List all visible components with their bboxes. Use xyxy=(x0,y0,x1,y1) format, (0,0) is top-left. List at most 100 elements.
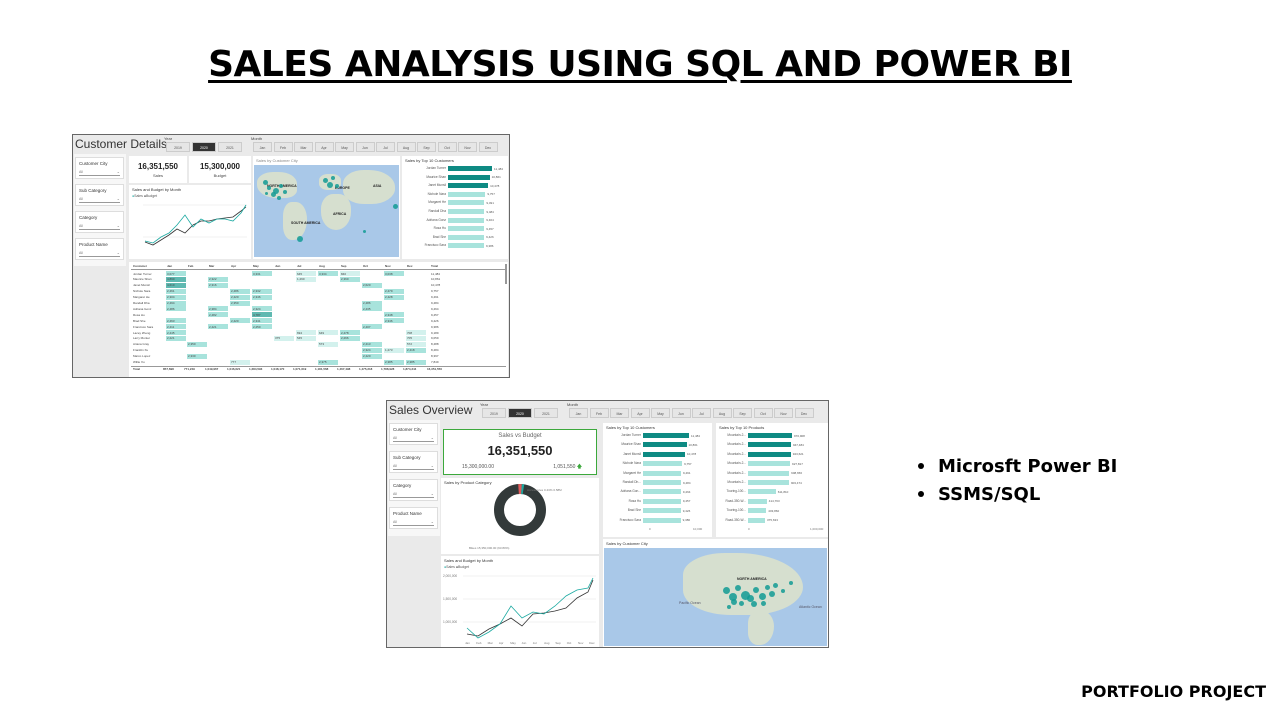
month-chip-jul-2[interactable]: Jul xyxy=(692,408,711,418)
month-chip-dec[interactable]: Dec xyxy=(478,142,498,152)
filter-product-name-2[interactable]: Product Name All ⌄ xyxy=(389,507,438,529)
filter-sub-category[interactable]: Sub Category All ⌄ xyxy=(75,184,124,206)
top-customers-axis-0: 0 xyxy=(649,527,651,531)
table-total-cell: 1,071,619 xyxy=(293,367,307,372)
bar-product xyxy=(748,470,790,476)
table-cell: 9,426 xyxy=(431,318,439,323)
chevron-down-icon[interactable]: ⌄ xyxy=(431,491,434,496)
month-chip-mar[interactable]: Mar xyxy=(294,142,313,152)
filter-customer-city[interactable]: Customer City All ⌄ xyxy=(75,157,124,179)
chevron-down-icon[interactable]: ⌄ xyxy=(117,169,120,174)
table-cell: Maurice Shan xyxy=(133,277,152,282)
map-label-asia: ASIA xyxy=(373,184,382,188)
month-chip-sep-2[interactable]: Sep xyxy=(733,408,752,418)
top-products-axis-1: 1,000,000 xyxy=(810,527,824,531)
table-header-cell: Nov xyxy=(385,264,391,268)
bar-customer xyxy=(643,442,687,448)
xtick: Jan xyxy=(465,641,470,645)
month-chip-oct[interactable]: Oct xyxy=(437,142,457,152)
month-chip-jun-2[interactable]: Jun xyxy=(671,408,691,418)
month-chip-jan-2[interactable]: Jan xyxy=(569,408,588,418)
month-chip-feb-2[interactable]: Feb xyxy=(589,408,609,418)
filter-sub-category-2[interactable]: Sub Category All ⌄ xyxy=(389,451,438,473)
year-2020-chip-2[interactable]: 2020 xyxy=(508,408,532,418)
chevron-down-icon[interactable]: ⌄ xyxy=(117,250,120,255)
filter-customer-city-2[interactable]: Customer City All ⌄ xyxy=(389,423,438,445)
month-chip-nov-2[interactable]: Nov xyxy=(774,408,793,418)
product-category-donut: Sales by Product Category Accessories 0.… xyxy=(441,478,599,554)
year-2019-chip-2[interactable]: 2019 xyxy=(482,408,506,418)
year-2020-chip[interactable]: 2020 xyxy=(192,142,216,152)
map-bubble xyxy=(331,176,335,180)
table-cell: 8,484 xyxy=(431,348,439,353)
bar-label-product: Mountain-2... xyxy=(727,480,746,484)
kpi-value: 16,351,550 xyxy=(487,443,553,458)
table-cell: Nichole Nara xyxy=(133,289,151,294)
bar-label-product: Road-350-W... xyxy=(725,498,746,503)
filter-category[interactable]: Category All ⌄ xyxy=(75,211,124,233)
month-chip-jun[interactable]: Jun xyxy=(355,142,375,152)
table-header-cell: Total xyxy=(431,264,438,268)
budget-line-2 xyxy=(466,579,594,637)
bar-value-top10: 9,491 xyxy=(486,200,494,205)
month-chip-may-2[interactable]: May xyxy=(651,408,670,418)
table-cell: 2,375 xyxy=(319,360,327,364)
xtick: May xyxy=(510,641,516,645)
table-cell: Ariana Gray xyxy=(133,342,150,347)
bar-label-customer: Jordan Turner xyxy=(621,433,641,437)
table-cell: 2,350 xyxy=(231,301,239,305)
tool-label: Microsft Power BI xyxy=(938,455,1118,477)
tool-label: SSMS/SQL xyxy=(938,483,1041,505)
month-chip-apr-2[interactable]: Apr xyxy=(630,408,650,418)
map-label-atlantic: Atlantic Ocean xyxy=(799,605,822,609)
bar-label-top10: Adriana Gonz xyxy=(426,217,447,222)
table-cell: 8,397 xyxy=(431,354,439,359)
kpi-budget: 15,300,000.00 xyxy=(462,464,494,470)
filter-category-2[interactable]: Category All ⌄ xyxy=(389,479,438,501)
table-cell: 2,322 xyxy=(209,277,217,282)
year-2019-chip[interactable]: 2019 xyxy=(166,142,190,152)
filter-product-name[interactable]: Product Name All ⌄ xyxy=(75,238,124,260)
month-chip-aug-2[interactable]: Aug xyxy=(712,408,732,418)
year-2021-chip-2[interactable]: 2021 xyxy=(534,408,558,418)
month-chip-aug[interactable]: Aug xyxy=(396,142,416,152)
table-total-cell: 771,249 xyxy=(184,367,195,372)
bar-value-customer: 9,491 xyxy=(683,471,691,476)
month-chip-jan[interactable]: Jan xyxy=(253,142,272,152)
chevron-down-icon[interactable]: ⌄ xyxy=(431,519,434,524)
month-chip-oct-2[interactable]: Oct xyxy=(753,408,773,418)
table-header-cell: Jun xyxy=(275,264,281,268)
month-chip-apr[interactable]: Apr xyxy=(314,142,334,152)
kpi-diff: 1,051,550 🡅 xyxy=(553,464,582,472)
month-chip-jul[interactable]: Jul xyxy=(376,142,395,152)
month-chip-feb[interactable]: Feb xyxy=(273,142,293,152)
table-scrollbar[interactable] xyxy=(505,264,507,284)
bar-value-top10: 9,457 xyxy=(486,226,494,231)
page-title: SALES ANALYSIS USING SQL AND POWER BI xyxy=(208,44,1072,85)
table-header-cell: Jan xyxy=(167,264,173,268)
table-header-cell: Jul xyxy=(297,264,302,268)
table-cell: 8,488 xyxy=(431,342,439,347)
chevron-down-icon[interactable]: ⌄ xyxy=(117,196,120,201)
chevron-down-icon[interactable]: ⌄ xyxy=(431,435,434,440)
filter-underline xyxy=(79,256,120,257)
month-chip-mar-2[interactable]: Mar xyxy=(610,408,629,418)
bar-top10 xyxy=(448,217,485,223)
bar-value-product: 903,474 xyxy=(790,480,802,485)
bar-label-customer: Janet Munsil xyxy=(623,451,641,456)
map-bubble xyxy=(789,581,793,585)
month-chip-nov[interactable]: Nov xyxy=(458,142,477,152)
month-chip-may[interactable]: May xyxy=(335,142,354,152)
bar-label-top10: Rosa Hu xyxy=(433,226,446,231)
sales-kpi-label: Sales xyxy=(152,173,163,178)
table-total-cell: 857,698 xyxy=(163,367,174,372)
chevron-down-icon[interactable]: ⌄ xyxy=(431,463,434,468)
bar-customer xyxy=(643,498,681,504)
year-2021-chip[interactable]: 2021 xyxy=(218,142,242,152)
map-bubble xyxy=(363,230,366,233)
chevron-down-icon[interactable]: ⌄ xyxy=(117,223,120,228)
month-chip-dec-2[interactable]: Dec xyxy=(794,408,814,418)
month-chip-sep[interactable]: Sep xyxy=(417,142,436,152)
bar-top10 xyxy=(448,209,485,214)
map-bubble xyxy=(327,182,333,188)
